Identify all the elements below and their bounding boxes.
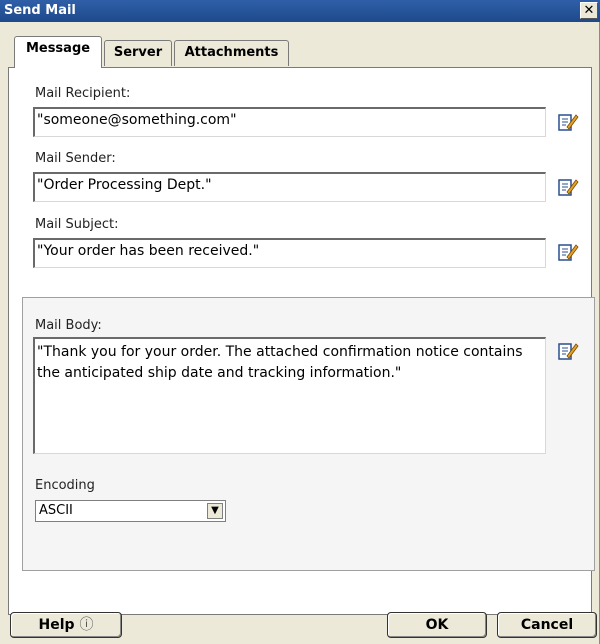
ok-button[interactable]: OK (387, 612, 487, 638)
window-title: Send Mail (4, 3, 76, 18)
mail-sender-field[interactable]: "Order Processing Dept." (33, 172, 546, 202)
help-button-label: Help (38, 617, 75, 633)
mail-sender-label: Mail Sender: (35, 151, 116, 166)
mail-body-label: Mail Body: (35, 318, 102, 333)
edit-sender-icon[interactable] (557, 176, 579, 198)
encoding-selected-value: ASCII (39, 503, 73, 518)
close-icon: ✕ (583, 3, 595, 18)
mail-subject-label: Mail Subject: (35, 217, 119, 232)
chevron-down-icon[interactable]: ▼ (207, 503, 223, 519)
cancel-button-label: Cancel (520, 617, 574, 633)
help-button[interactable]: Help ⓘ (10, 612, 122, 638)
tab-server[interactable]: Server (104, 40, 172, 66)
mail-recipient-field[interactable]: "someone@something.com" (33, 107, 546, 137)
mail-subject-field[interactable]: "Your order has been received." (33, 238, 546, 268)
send-mail-dialog: Send Mail ✕ Message Server Attachments M… (0, 0, 600, 644)
close-button[interactable]: ✕ (580, 2, 598, 19)
cancel-button[interactable]: Cancel (497, 612, 597, 638)
encoding-select[interactable]: ASCII ▼ (35, 500, 226, 522)
title-bar: Send Mail ✕ (0, 0, 600, 22)
ok-button-label: OK (425, 617, 449, 633)
tab-server-label: Server (113, 45, 163, 60)
mail-body-field[interactable]: "Thank you for your order. The attached … (33, 337, 546, 454)
edit-recipient-icon[interactable] (557, 111, 579, 133)
tab-message[interactable]: Message (14, 36, 102, 68)
tab-message-label: Message (25, 41, 91, 56)
question-circle-icon: ⓘ (79, 617, 94, 633)
tab-attachments-label: Attachments (184, 45, 279, 60)
tab-attachments[interactable]: Attachments (174, 40, 289, 66)
edit-body-icon[interactable] (557, 340, 579, 362)
edit-subject-icon[interactable] (557, 241, 579, 263)
mail-recipient-label: Mail Recipient: (35, 86, 131, 101)
encoding-label: Encoding (35, 478, 95, 493)
